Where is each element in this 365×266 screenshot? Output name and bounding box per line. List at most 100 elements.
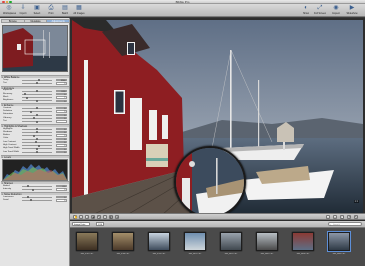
slider-value[interactable]: 0	[56, 199, 67, 202]
rotate-right-icon[interactable]: ↻	[354, 215, 358, 220]
section-enhance[interactable]: Enhance	[1, 103, 69, 107]
section-white-balance[interactable]: White Balance	[1, 75, 69, 79]
rotate-left-icon[interactable]: ↺	[347, 215, 351, 220]
brush-tool-icon[interactable]: ⌇	[103, 215, 107, 220]
all-images-icon: ▦	[76, 5, 82, 11]
slider-knob[interactable]	[36, 99, 39, 102]
search-field[interactable]: ⌕ Search	[328, 222, 362, 227]
thumbnail[interactable]	[76, 232, 98, 251]
compare-icon[interactable]: ◧	[109, 215, 113, 220]
thumbnail[interactable]	[184, 232, 206, 251]
thumbnail-caption: IMG_4863.CR2	[332, 253, 346, 255]
slider-value[interactable]: 0	[56, 150, 67, 154]
slider-knob[interactable]	[27, 185, 30, 188]
redeye-tool-icon[interactable]: ◉	[91, 215, 95, 220]
fit-icon[interactable]: ▢	[340, 215, 344, 220]
slider-knob[interactable]	[34, 141, 37, 144]
batch-button[interactable]: ▤ Batch	[59, 5, 71, 16]
thumbnail[interactable]	[112, 232, 134, 251]
image-toolbar: ✋ ⌗ ⊥ ◉ ✎ ⌇ ◧ ⊕ − + ▢ ↺ ↻	[70, 213, 365, 220]
section-levels[interactable]: Levels	[1, 154, 69, 159]
slider-knob[interactable]	[36, 89, 39, 92]
all-images-button[interactable]: ▦ All Images	[73, 5, 85, 16]
slider-value[interactable]	[56, 120, 67, 123]
slider-value[interactable]: 0	[56, 82, 67, 85]
workspaces-button[interactable]: ◎ Workspaces	[3, 5, 17, 16]
slider-knob[interactable]	[36, 151, 39, 154]
slider-knob[interactable]	[30, 110, 33, 113]
slider-knob[interactable]	[33, 134, 36, 137]
slider-knob[interactable]	[30, 199, 33, 202]
show-button[interactable]: ◐ Show	[300, 5, 312, 16]
slider-knob[interactable]	[24, 93, 27, 96]
main-photo[interactable]: 1:1	[72, 20, 363, 215]
zoom-out-icon[interactable]: −	[326, 215, 330, 220]
crop-tool-icon[interactable]: ⌗	[79, 215, 83, 220]
zoom-level-badge: 1:1	[353, 200, 359, 203]
slider-track[interactable]	[22, 93, 52, 95]
thumbnail[interactable]	[148, 232, 170, 251]
hand-tool-icon[interactable]: ✋	[73, 215, 78, 220]
histogram-graph	[3, 164, 67, 180]
slider-track[interactable]	[22, 117, 52, 119]
adjustments-panel: BrowseMetadataAdjustments White Balance T…	[0, 18, 71, 266]
loupe-magnifier[interactable]	[174, 146, 246, 215]
slider-track[interactable]	[22, 200, 52, 201]
section-highlights-shadows[interactable]: Highlights & Shadows	[1, 123, 69, 128]
thumbnail[interactable]	[256, 232, 278, 251]
slider-knob[interactable]	[36, 131, 39, 134]
slider-track[interactable]	[22, 141, 52, 143]
slider-knob[interactable]	[36, 128, 39, 130]
print-icon: ⎙	[48, 5, 54, 11]
slider-row: Tint	[2, 120, 68, 123]
slider-row: Intensity 0	[2, 188, 68, 191]
inspect-button[interactable]: ◉ Inspect	[330, 5, 342, 16]
slider-knob[interactable]	[37, 79, 40, 82]
search-icon: ⌕	[329, 223, 332, 227]
slider-knob[interactable]	[31, 188, 34, 191]
slider-value[interactable]: 0	[56, 99, 67, 103]
slider-knob[interactable]	[36, 107, 39, 110]
loupe-icon[interactable]: ⊕	[115, 215, 119, 220]
slider-knob[interactable]	[27, 196, 30, 199]
tab-browse[interactable]: Browse	[1, 19, 25, 23]
retouch-tool-icon[interactable]: ✎	[97, 215, 101, 220]
navigator-preview[interactable]	[2, 25, 68, 72]
zoom-in-icon[interactable]: +	[333, 215, 337, 220]
slider-knob[interactable]	[36, 120, 39, 123]
import-button[interactable]: ⇩ Import	[17, 5, 29, 16]
slider-knob[interactable]	[36, 113, 39, 116]
slider-track[interactable]	[22, 135, 52, 136]
tab-adjustments[interactable]: Adjustments	[46, 19, 71, 23]
slider-value[interactable]: 0	[56, 188, 67, 191]
fullscreen-icon: ⤢	[317, 5, 323, 11]
thumbnail[interactable]	[327, 231, 351, 252]
slider-track[interactable]	[22, 111, 52, 112]
thumbnail[interactable]	[292, 232, 314, 251]
slider-knob[interactable]	[36, 82, 39, 85]
thumbnail-caption: IMG_4793.CR2	[152, 253, 166, 255]
select-button[interactable]: ▣ Select	[31, 5, 43, 16]
slider-knob[interactable]	[36, 137, 39, 140]
thumbnail-caption: IMG_4856.CR2	[296, 253, 310, 255]
navigator-thumbnail	[3, 26, 67, 71]
section-sharpen[interactable]: Sharpen	[1, 181, 69, 185]
full-screen-button[interactable]: ⤢ Full Screen	[314, 5, 326, 16]
slider-track[interactable]	[22, 189, 52, 190]
slider-label: Brightness	[3, 99, 14, 102]
slider-knob[interactable]	[33, 117, 36, 120]
thumbnail[interactable]	[220, 232, 242, 251]
slideshow-button[interactable]: ▶ Slideshow	[346, 5, 358, 16]
slideshow-icon: ▶	[349, 5, 355, 11]
tab-metadata[interactable]: Metadata	[23, 19, 48, 23]
slider-knob[interactable]	[37, 144, 40, 147]
straighten-tool-icon[interactable]: ⊥	[85, 215, 89, 220]
print-button[interactable]: ⎙ Print	[45, 5, 57, 16]
slider-knob[interactable]	[36, 147, 39, 150]
section-noise-reduction[interactable]: Noise Reduction	[1, 192, 69, 196]
show-icon: ◐	[304, 5, 308, 11]
sort-select[interactable]: Image Date	[72, 222, 90, 227]
toolbar-label: Workspaces	[3, 11, 17, 15]
image-viewer[interactable]: 1:1	[70, 18, 365, 225]
slider-knob[interactable]	[25, 96, 28, 99]
